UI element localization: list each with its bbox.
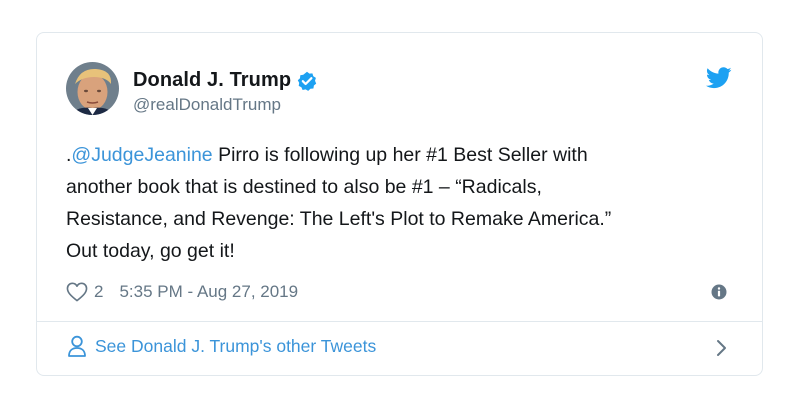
divider <box>37 321 762 322</box>
tweet-meta: 2 5:35 PM - Aug 27, 2019 <box>66 282 298 302</box>
person-icon <box>67 335 87 357</box>
author-name[interactable]: Donald J. Trump <box>133 69 291 92</box>
heart-icon[interactable] <box>66 282 88 302</box>
verified-badge-icon <box>297 71 317 91</box>
author-row: Donald J. Trump <box>133 69 317 92</box>
mention-link[interactable]: @JudgeJeanine <box>71 144 212 166</box>
see-other-tweets-label[interactable]: See Donald J. Trump's other Tweets <box>95 336 376 357</box>
see-other-tweets-link[interactable]: See Donald J. Trump's other Tweets <box>67 335 376 357</box>
tweet-timestamp[interactable]: 5:35 PM - Aug 27, 2019 <box>119 282 298 302</box>
info-icon[interactable] <box>711 284 727 300</box>
embedded-tweet-card: Donald J. Trump @realDonaldTrump .@Judge… <box>36 32 763 376</box>
tweet-text: .@JudgeJeanine Pirro is following up her… <box>66 139 736 267</box>
chevron-right-icon[interactable] <box>715 338 729 358</box>
like-count[interactable]: 2 <box>94 282 103 302</box>
twitter-bird-icon[interactable] <box>705 67 732 89</box>
author-handle[interactable]: @realDonaldTrump <box>133 95 281 115</box>
avatar[interactable] <box>66 62 119 115</box>
